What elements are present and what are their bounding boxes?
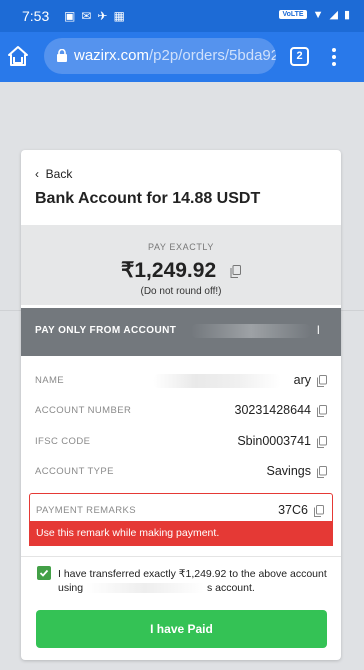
wifi-icon: ▼ xyxy=(312,8,324,21)
pay-amount: ₹1,249.92 xyxy=(121,259,217,282)
confirm-checkbox[interactable] xyxy=(37,566,51,580)
copy-amount-icon[interactable] xyxy=(230,264,241,278)
copy-icon[interactable] xyxy=(317,466,327,478)
amount-row: ₹1,249.92 xyxy=(21,258,341,283)
status-bar: 7:53 ▣✉✈▦ VoLTE ▼ ◢ ▮ xyxy=(0,0,364,32)
remarks-key: PAYMENT REMARKS xyxy=(36,505,136,516)
detail-row-account-type: ACCOUNT TYPE Savings xyxy=(35,463,327,483)
clock: 7:53 xyxy=(22,8,50,24)
remarks-value: 37C6 xyxy=(278,503,308,517)
detail-value: Savings xyxy=(266,464,311,478)
confirm-text: I have transferred exactly ₹1,249.92 to … xyxy=(58,567,328,595)
back-label: Back xyxy=(45,167,73,181)
detail-key: ACCOUNT NUMBER xyxy=(35,405,132,416)
overflow-menu-icon[interactable] xyxy=(326,46,342,68)
bank-account-card: ‹ Back Bank Account for 14.88 USDT PAY E… xyxy=(21,150,341,660)
detail-row-account-number: ACCOUNT NUMBER 30231428644 xyxy=(35,402,327,422)
url-text: wazirx.com/p2p/orders/5bda92 xyxy=(74,47,276,64)
system-icons: VoLTE ▼ ◢ ▮ xyxy=(279,8,350,21)
copy-remarks-icon[interactable] xyxy=(314,505,324,517)
copy-icon[interactable] xyxy=(317,375,327,387)
detail-key: ACCOUNT TYPE xyxy=(35,466,114,477)
pay-exactly-label: PAY EXACTLY xyxy=(148,242,214,252)
detail-row-ifsc: IFSC CODE Sbin0003741 xyxy=(35,433,327,453)
checkmark-icon xyxy=(39,569,49,577)
url-domain: wazirx.com xyxy=(74,47,150,64)
divider xyxy=(21,556,341,557)
battery-icon: ▮ xyxy=(343,9,350,21)
detail-value: 30231428644 xyxy=(234,403,311,417)
detail-value: Sbin0003741 xyxy=(237,434,311,448)
detail-key: IFSC CODE xyxy=(35,436,91,447)
detail-value: ary xyxy=(293,373,311,387)
volte-badge: VoLTE xyxy=(279,10,307,19)
pay-from-account-bar: PAY ONLY FROM ACCOUNT l xyxy=(21,308,341,356)
pay-from-label: PAY ONLY FROM ACCOUNT xyxy=(35,325,177,336)
page-title: Bank Account for 14.88 USDT xyxy=(35,190,261,207)
copy-icon[interactable] xyxy=(317,436,327,448)
notification-icons: ▣✉✈▦ xyxy=(64,9,131,23)
confirm-text-after: s account. xyxy=(206,582,255,594)
signal-icon: ◢ xyxy=(329,9,338,21)
detail-row-name: NAME ary xyxy=(35,372,327,392)
lock-icon xyxy=(57,49,67,62)
home-icon[interactable] xyxy=(6,44,30,68)
url-path: /p2p/orders/5bda92 xyxy=(149,47,276,64)
redacted-account-holder xyxy=(86,583,205,594)
browser-toolbar: wazirx.com/p2p/orders/5bda92 2 xyxy=(0,32,364,82)
payment-remarks-box: PAYMENT REMARKS 37C6 Use this remark whi… xyxy=(29,493,333,546)
redacted-account-name xyxy=(191,324,311,338)
detail-key: NAME xyxy=(35,375,65,386)
round-off-note: (Do not round off!) xyxy=(140,286,222,297)
remarks-warning: Use this remark while making payment. xyxy=(29,521,333,546)
back-link[interactable]: ‹ Back xyxy=(35,167,72,181)
i-have-paid-button[interactable]: I have Paid xyxy=(36,610,327,648)
copy-icon[interactable] xyxy=(317,405,327,417)
redacted-name xyxy=(153,374,281,388)
pay-from-tail: l xyxy=(317,323,320,337)
address-bar[interactable]: wazirx.com/p2p/orders/5bda92 xyxy=(44,38,276,74)
pay-exactly-panel: PAY EXACTLY ₹1,249.92 (Do not round off!… xyxy=(21,225,341,305)
tab-switcher-button[interactable]: 2 xyxy=(290,47,309,66)
